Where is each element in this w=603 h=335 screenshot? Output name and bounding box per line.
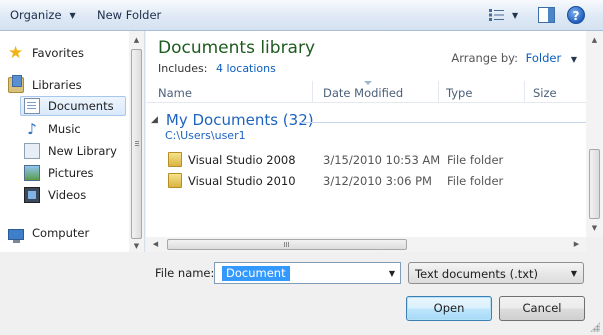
chevron-down-icon: ▼ bbox=[512, 10, 519, 20]
chevron-down-icon: ▼ bbox=[570, 269, 577, 278]
nav-favorites[interactable]: ★ Favorites bbox=[8, 43, 84, 63]
column-divider[interactable] bbox=[438, 81, 439, 102]
folder-icon bbox=[168, 152, 182, 167]
change-view-button[interactable]: ▼ bbox=[489, 9, 518, 21]
libraries-icon bbox=[8, 75, 24, 93]
list-scroll-thumb[interactable] bbox=[589, 149, 600, 219]
nav-computer[interactable]: Computer bbox=[8, 223, 89, 243]
scrollbar-corner bbox=[586, 237, 603, 252]
scroll-left-icon[interactable]: ◀ bbox=[148, 237, 163, 252]
page-title: Documents library bbox=[158, 38, 316, 58]
scroll-down-icon[interactable]: ▼ bbox=[587, 221, 602, 236]
nav-item-new-library[interactable]: New Library bbox=[24, 141, 117, 161]
library-icon bbox=[24, 143, 40, 159]
nav-libraries[interactable]: Libraries bbox=[8, 75, 82, 95]
videos-icon bbox=[24, 187, 40, 203]
scroll-down-icon[interactable]: ▼ bbox=[129, 239, 144, 254]
column-type[interactable]: Type bbox=[446, 86, 472, 100]
nav-item-label: Videos bbox=[48, 188, 87, 202]
scroll-up-icon[interactable]: ▲ bbox=[129, 33, 144, 48]
arrange-value: Folder bbox=[525, 51, 562, 65]
grip-icon bbox=[284, 242, 289, 247]
file-name-label: File name: bbox=[155, 266, 215, 280]
new-folder-button[interactable]: New Folder bbox=[97, 8, 161, 22]
documents-icon bbox=[24, 98, 40, 114]
group-header[interactable]: ◢ My Documents (32) bbox=[151, 111, 314, 129]
chevron-down-icon[interactable]: ▼ bbox=[389, 269, 395, 278]
file-type-value: Text documents (.txt) bbox=[415, 267, 539, 281]
new-folder-label: New Folder bbox=[97, 8, 162, 22]
nav-libraries-label: Libraries bbox=[32, 78, 82, 92]
group-path-link[interactable]: C:\Users\user1 bbox=[165, 129, 246, 142]
list-horizontal-scrollbar[interactable]: ◀ ▶ bbox=[146, 237, 586, 252]
arrange-label: Arrange by: bbox=[451, 51, 518, 65]
nav-vertical-scrollbar[interactable]: ▲ ▼ bbox=[129, 31, 144, 252]
includes-line: Includes: 4 locations bbox=[158, 62, 276, 75]
nav-item-label: Music bbox=[48, 122, 81, 136]
organize-button[interactable]: Organize ▼ bbox=[10, 8, 76, 22]
nav-item-pictures[interactable]: Pictures bbox=[24, 163, 94, 183]
music-note-icon: ♪ bbox=[27, 120, 37, 138]
nav-item-videos[interactable]: Videos bbox=[24, 185, 86, 205]
locations-link[interactable]: 4 locations bbox=[216, 62, 276, 75]
resize-grip-icon[interactable] bbox=[590, 322, 600, 332]
collapse-arrow-icon[interactable]: ◢ bbox=[151, 115, 158, 125]
file-name-input[interactable]: Document ▼ bbox=[214, 262, 401, 284]
nav-computer-label: Computer bbox=[32, 226, 90, 240]
list-vertical-scrollbar[interactable]: ▲ ▼ bbox=[586, 31, 603, 237]
folder-icon bbox=[168, 173, 182, 188]
nav-favorites-label: Favorites bbox=[32, 46, 84, 60]
nav-item-documents[interactable]: Documents bbox=[20, 96, 126, 116]
pictures-icon bbox=[24, 165, 40, 181]
column-date-modified[interactable]: Date Modified bbox=[323, 86, 403, 100]
cancel-button[interactable]: Cancel bbox=[499, 296, 585, 321]
organize-label: Organize bbox=[10, 8, 62, 22]
column-name[interactable]: Name bbox=[158, 86, 192, 100]
nav-item-label: Pictures bbox=[48, 166, 94, 180]
sort-indicator-icon bbox=[364, 81, 372, 85]
list-item[interactable]: Visual Studio 2010 3/12/2010 3:06 PM Fil… bbox=[162, 171, 582, 191]
item-type: File folder bbox=[447, 174, 504, 188]
views-list-icon bbox=[489, 9, 504, 21]
arrange-by-dropdown[interactable]: Arrange by: Folder ▼ bbox=[451, 51, 577, 65]
item-name: Visual Studio 2008 bbox=[188, 153, 296, 167]
computer-icon bbox=[8, 228, 24, 243]
item-name: Visual Studio 2010 bbox=[188, 174, 296, 188]
command-bar: Organize ▼ New Folder ▼ ? bbox=[0, 0, 603, 31]
star-icon: ★ bbox=[8, 43, 24, 63]
navigation-pane: ★ Favorites Libraries Documents ♪ Music … bbox=[0, 31, 145, 252]
column-size[interactable]: Size bbox=[533, 86, 557, 100]
file-name-value[interactable]: Document bbox=[222, 266, 290, 281]
chevron-down-icon: ▼ bbox=[69, 10, 76, 20]
group-title: My Documents (32) bbox=[165, 111, 314, 129]
nav-item-label: Documents bbox=[48, 99, 114, 113]
nav-item-label: New Library bbox=[48, 144, 117, 158]
column-divider[interactable] bbox=[312, 81, 313, 102]
open-button[interactable]: Open bbox=[406, 296, 492, 321]
item-type: File folder bbox=[447, 153, 504, 167]
chevron-down-icon: ▼ bbox=[570, 55, 577, 64]
scroll-up-icon[interactable]: ▲ bbox=[587, 33, 602, 48]
item-date: 3/12/2010 3:06 PM bbox=[323, 174, 432, 188]
list-hscroll-thumb[interactable] bbox=[167, 239, 407, 250]
item-date: 3/15/2010 10:53 AM bbox=[323, 153, 441, 167]
file-list-pane: Documents library Includes: 4 locations … bbox=[146, 31, 603, 252]
nav-scroll-thumb[interactable] bbox=[131, 49, 142, 239]
column-divider[interactable] bbox=[524, 81, 525, 102]
includes-label: Includes: bbox=[158, 62, 208, 75]
help-icon[interactable]: ? bbox=[567, 6, 585, 24]
list-item[interactable]: Visual Studio 2008 3/15/2010 10:53 AM Fi… bbox=[162, 150, 582, 170]
file-type-select[interactable]: Text documents (.txt) ▼ bbox=[408, 262, 584, 284]
group-divider bbox=[299, 122, 586, 123]
nav-item-music[interactable]: ♪ Music bbox=[24, 119, 81, 139]
scroll-right-icon[interactable]: ▶ bbox=[569, 237, 584, 252]
preview-pane-icon[interactable] bbox=[538, 7, 555, 23]
grip-icon bbox=[135, 141, 139, 146]
